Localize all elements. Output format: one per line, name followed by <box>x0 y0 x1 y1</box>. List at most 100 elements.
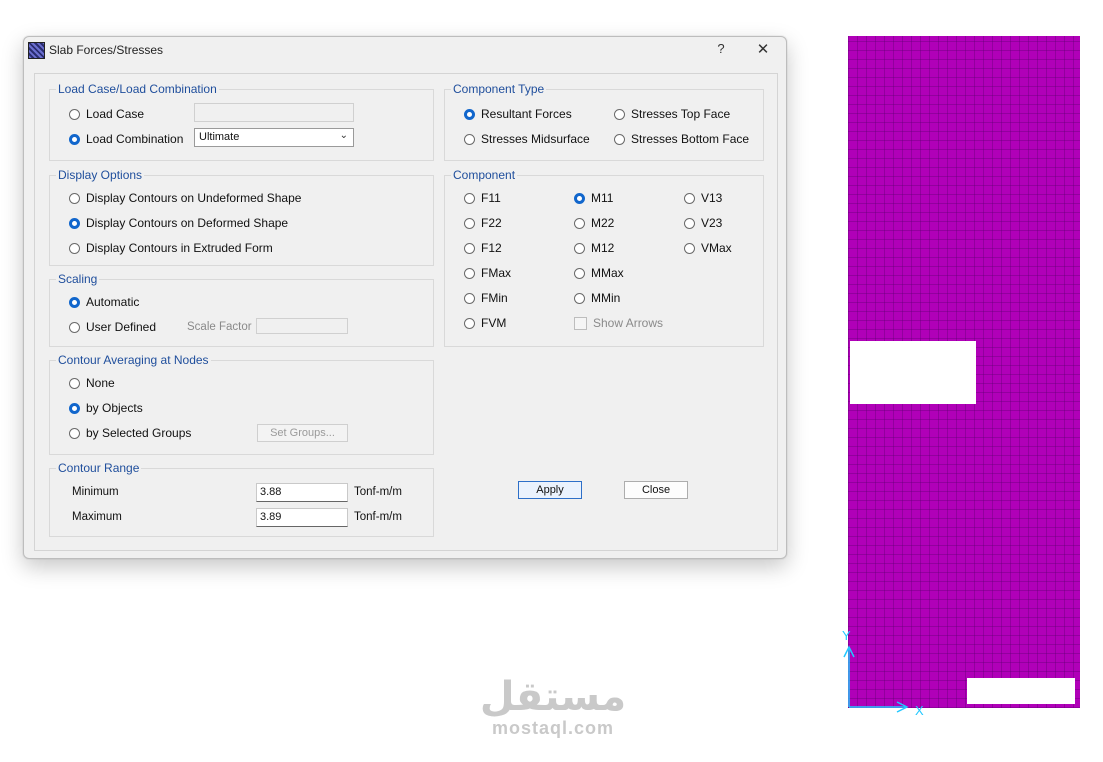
component-mmax-radio[interactable]: MMax <box>574 265 624 281</box>
component-label: M11 <box>591 191 614 205</box>
component-f12-radio[interactable]: F12 <box>464 240 502 256</box>
component-type-label: Stresses Top Face <box>631 107 731 121</box>
contour-range-legend: Contour Range <box>56 461 142 475</box>
automatic-radio[interactable]: Automatic <box>69 294 139 310</box>
watermark-arabic: مستقل <box>479 674 627 720</box>
slab-opening <box>967 678 1075 704</box>
component-vmax-radio[interactable]: VMax <box>684 240 732 256</box>
averaging-groups-radio[interactable]: by Selected Groups <box>69 425 191 441</box>
radio-on-icon <box>69 133 80 145</box>
slab-forces-dialog: Slab Forces/Stresses ? ✕ Load Case/Load … <box>23 36 787 559</box>
watermark-latin: mostaql.com <box>491 718 615 738</box>
display-undeformed-radio[interactable]: Display Contours on Undeformed Shape <box>69 190 301 206</box>
stresses-top-radio[interactable]: Stresses Top Face <box>614 106 730 122</box>
component-mmin-radio[interactable]: MMin <box>574 290 620 306</box>
component-fmin-radio[interactable]: FMin <box>464 290 508 306</box>
user-defined-radio[interactable]: User Defined <box>69 319 156 335</box>
radio-off-icon <box>614 108 625 120</box>
component-m12-radio[interactable]: M12 <box>574 240 614 256</box>
stresses-bottom-radio[interactable]: Stresses Bottom Face <box>614 131 749 147</box>
component-m11-radio[interactable]: M11 <box>574 190 613 206</box>
load-combination-select[interactable]: Ultimate ⌄ <box>194 128 354 147</box>
slab-contour-view[interactable] <box>848 36 1080 708</box>
checkbox-icon <box>574 316 587 330</box>
slab-opening <box>850 341 976 404</box>
display-option-label: Display Contours in Extruded Form <box>86 241 273 255</box>
resultant-forces-radio[interactable]: Resultant Forces <box>464 106 572 122</box>
maximum-label: Maximum <box>72 511 122 523</box>
scale-factor-label: Scale Factor <box>187 321 252 333</box>
component-label: V13 <box>701 191 723 205</box>
radio-off-icon <box>574 217 585 229</box>
component-label: F11 <box>481 191 501 205</box>
display-option-label: Display Contours on Deformed Shape <box>86 216 289 230</box>
component-m22-radio[interactable]: M22 <box>574 215 614 231</box>
show-arrows-checkbox[interactable]: Show Arrows <box>574 315 663 331</box>
radio-off-icon <box>464 292 475 304</box>
component-v23-radio[interactable]: V23 <box>684 215 722 231</box>
component-type-label: Stresses Midsurface <box>481 132 590 146</box>
radio-off-icon <box>684 217 695 229</box>
close-button[interactable]: Close <box>624 481 688 499</box>
mostaql-watermark: مستقل mostaql.com <box>478 676 628 739</box>
display-extruded-radio[interactable]: Display Contours in Extruded Form <box>69 240 273 256</box>
component-label: MMin <box>591 291 621 305</box>
minimum-input[interactable]: 3.88 <box>256 483 348 502</box>
radio-off-icon <box>574 267 585 279</box>
component-f11-radio[interactable]: F11 <box>464 190 501 206</box>
averaging-label: None <box>86 376 115 390</box>
maximum-unit: Tonf-m/m <box>354 511 402 523</box>
load-case-label: Load Case <box>86 107 145 121</box>
component-group: Component F11 F22 F12 FMax FMin FVM M11 … <box>444 168 764 347</box>
load-case-group: Load Case/Load Combination Load Case Loa… <box>49 82 434 161</box>
radio-off-icon <box>69 377 80 389</box>
radio-off-icon <box>684 242 695 254</box>
x-axis-label: X <box>915 703 924 718</box>
scaling-group: Scaling Automatic User Defined Scale Fac… <box>49 272 434 347</box>
load-case-field[interactable] <box>194 103 354 122</box>
radio-off-icon <box>464 192 475 204</box>
set-groups-button[interactable]: Set Groups... <box>257 424 348 442</box>
radio-off-icon <box>69 108 80 120</box>
radio-off-icon <box>69 242 80 254</box>
stresses-mid-radio[interactable]: Stresses Midsurface <box>464 131 590 147</box>
averaging-objects-radio[interactable]: by Objects <box>69 400 143 416</box>
scale-factor-field[interactable] <box>256 318 348 334</box>
display-deformed-radio[interactable]: Display Contours on Deformed Shape <box>69 215 288 231</box>
help-button[interactable]: ? <box>714 41 728 59</box>
component-fvm-radio[interactable]: FVM <box>464 315 506 331</box>
load-combination-radio[interactable]: Load Combination <box>69 131 183 147</box>
title-bar[interactable]: Slab Forces/Stresses ? ✕ <box>24 37 786 63</box>
radio-on-icon <box>69 296 80 308</box>
minimum-label: Minimum <box>72 486 119 498</box>
averaging-group: Contour Averaging at Nodes None by Objec… <box>49 353 434 455</box>
axis-triad-icon: Y X <box>842 628 924 718</box>
radio-off-icon <box>614 133 625 145</box>
component-label: F22 <box>481 216 502 230</box>
component-label: F12 <box>481 241 502 255</box>
component-label: M12 <box>591 241 615 255</box>
scaling-legend: Scaling <box>56 272 100 286</box>
component-label: VMax <box>701 241 732 255</box>
display-options-legend: Display Options <box>56 168 145 182</box>
maximum-input[interactable]: 3.89 <box>256 508 348 527</box>
load-combination-value: Ultimate <box>199 131 240 143</box>
radio-on-icon <box>464 108 475 120</box>
averaging-none-radio[interactable]: None <box>69 375 115 391</box>
component-f22-radio[interactable]: F22 <box>464 215 502 231</box>
component-fmax-radio[interactable]: FMax <box>464 265 511 281</box>
radio-on-icon <box>69 402 80 414</box>
apply-button[interactable]: Apply <box>518 481 582 499</box>
close-icon[interactable]: ✕ <box>752 39 774 61</box>
component-legend: Component <box>451 168 518 182</box>
component-label: M22 <box>591 216 615 230</box>
component-v13-radio[interactable]: V13 <box>684 190 722 206</box>
component-label: FMax <box>481 266 511 280</box>
radio-off-icon <box>69 192 80 204</box>
radio-off-icon <box>574 292 585 304</box>
radio-off-icon <box>464 133 475 145</box>
component-type-legend: Component Type <box>451 82 547 96</box>
load-case-radio[interactable]: Load Case <box>69 106 144 122</box>
app-icon <box>28 42 45 59</box>
contour-range-group: Contour Range Minimum 3.88 Tonf-m/m Maxi… <box>49 461 434 537</box>
